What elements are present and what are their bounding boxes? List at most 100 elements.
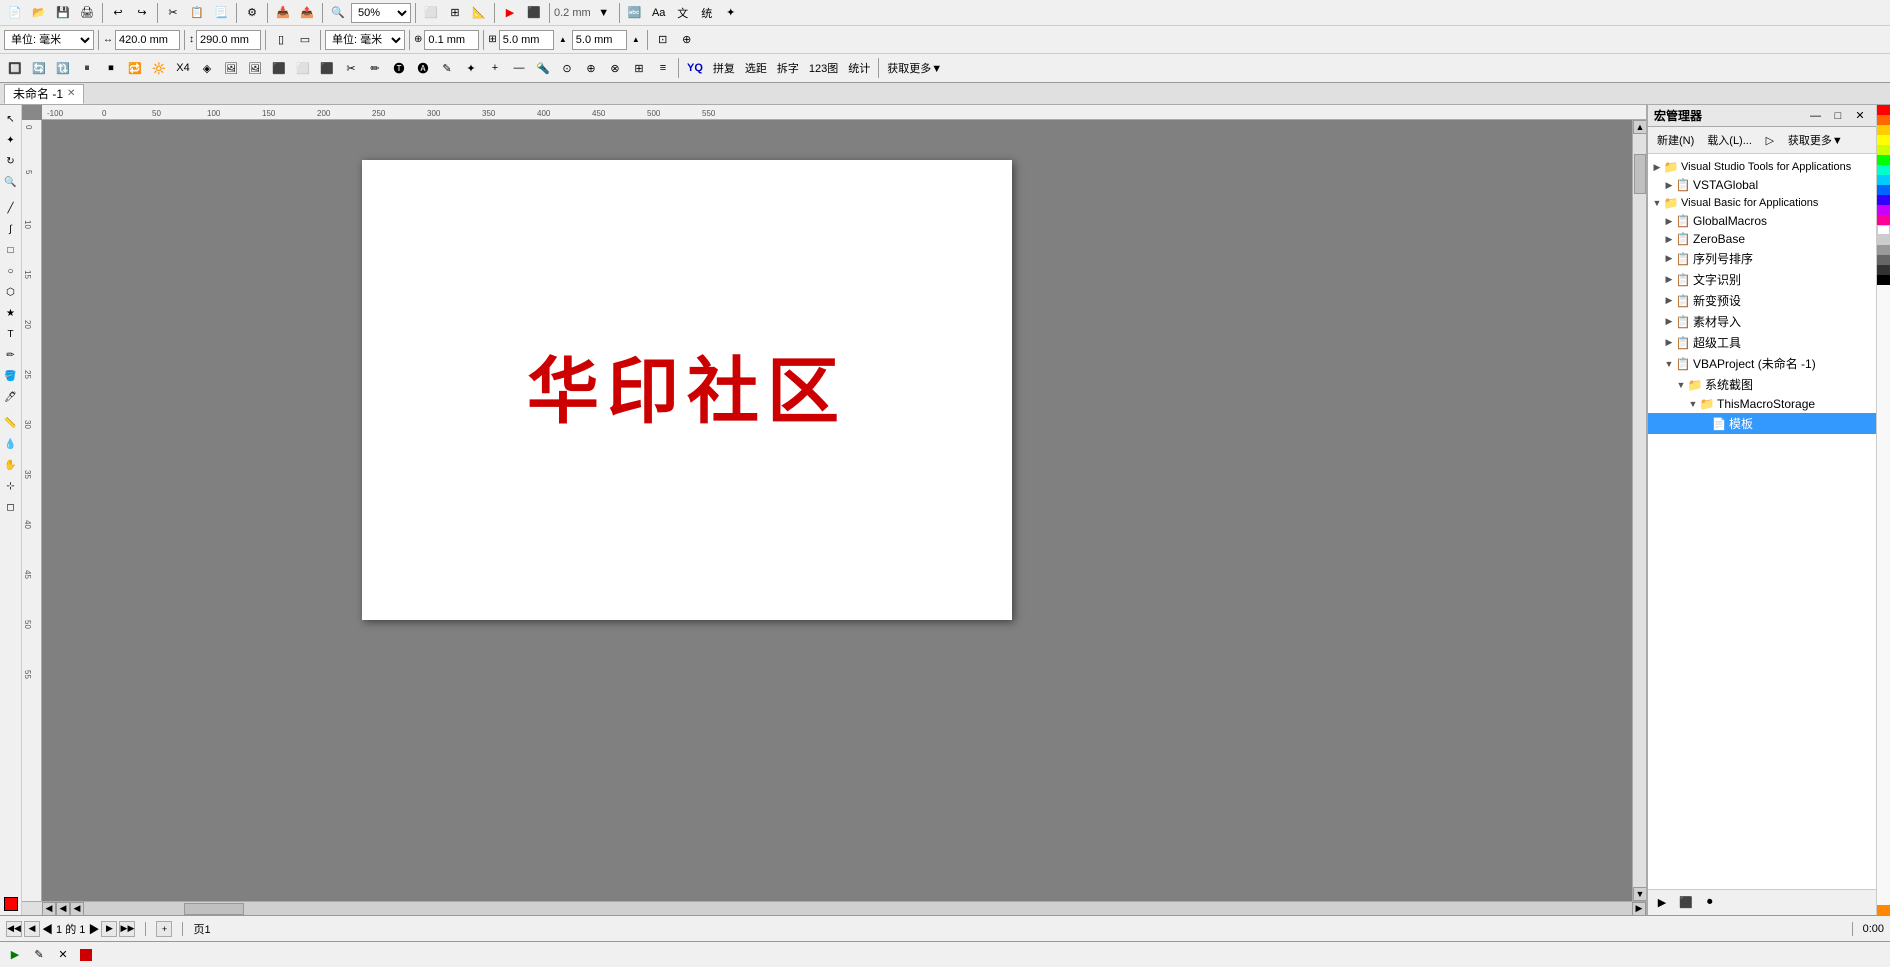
color-white[interactable] <box>1877 225 1890 235</box>
tb3-21[interactable]: + <box>484 57 506 79</box>
tree-vstaglobal[interactable]: ▶ 📋 VSTAGlobal <box>1648 176 1876 194</box>
tab-close-btn[interactable]: ✕ <box>67 88 75 99</box>
misc3[interactable]: 文 <box>672 2 694 24</box>
bottom-play-btn[interactable]: ▶ <box>4 944 26 966</box>
hscroll-thumb[interactable] <box>184 903 244 915</box>
panel-restore-btn[interactable]: □ <box>1828 106 1848 126</box>
page-first-btn[interactable]: ◀◀ <box>6 921 22 937</box>
hscroll-left2-btn[interactable]: ◀ <box>56 902 70 916</box>
zoom-select[interactable]: 50%100%75% <box>351 3 411 23</box>
print-btn[interactable]: 🖨 <box>76 2 98 24</box>
page-next-btn[interactable]: ▶ <box>101 921 117 937</box>
tb3-6[interactable]: 🔁 <box>124 57 146 79</box>
color-mgray[interactable] <box>1877 245 1890 255</box>
tool-line[interactable]: ╱ <box>1 198 21 218</box>
tb3-27[interactable]: ⊞ <box>628 57 650 79</box>
tool-connector[interactable]: ⊹ <box>1 476 21 496</box>
cut-btn[interactable]: ✂ <box>162 2 184 24</box>
tb3-12[interactable]: ⬛ <box>268 57 290 79</box>
tree-zerobase[interactable]: ▶ 📋 ZeroBase <box>1648 230 1876 248</box>
tb3-23[interactable]: 🔦 <box>532 57 554 79</box>
snap-btn[interactable]: 📐 <box>468 2 490 24</box>
tool-star[interactable]: ★ <box>1 303 21 323</box>
load-macro-btn[interactable]: 载入(L)... <box>1702 130 1757 150</box>
view-btn[interactable]: ⬜ <box>420 2 442 24</box>
tool-text[interactable]: T <box>1 324 21 344</box>
tb3-3[interactable]: 🔃 <box>52 57 74 79</box>
tb3-14[interactable]: ⬛ <box>316 57 338 79</box>
tree-system-view[interactable]: ▼ 📁 系统截图 <box>1648 374 1876 395</box>
color-purple[interactable] <box>1877 205 1890 215</box>
fit-zoom[interactable]: ⊕ <box>676 29 698 51</box>
add-page-btn[interactable]: + <box>156 921 172 937</box>
tb3-17[interactable]: 🅣 <box>388 57 410 79</box>
color-yellow2[interactable] <box>1877 135 1890 145</box>
color-black[interactable] <box>1877 275 1890 285</box>
tool-node[interactable]: ✦ <box>1 130 21 150</box>
tool-dropper[interactable]: 💧 <box>1 434 21 454</box>
panel-stop-btn[interactable]: ⬛ <box>1674 893 1698 913</box>
unit-select[interactable]: 单位: 毫米 <box>325 30 405 50</box>
color-darker[interactable] <box>1877 265 1890 275</box>
run-macro-btn[interactable]: ▷ <box>1760 130 1780 150</box>
bottom-stop-btn[interactable]: ✕ <box>52 944 74 966</box>
tool-ellipse[interactable]: ○ <box>1 261 21 281</box>
tb3-28[interactable]: ≡ <box>652 57 674 79</box>
chazi-btn[interactable]: 拆字 <box>773 57 803 79</box>
panel-play-btn[interactable]: ▶ <box>1652 893 1672 913</box>
color-cyan[interactable] <box>1877 175 1890 185</box>
vscroll-track[interactable] <box>1633 134 1646 887</box>
pinfu-btn[interactable]: 拼复 <box>709 57 739 79</box>
color-red[interactable] <box>1877 105 1890 115</box>
vscroll-down-btn[interactable]: ▼ <box>1633 887 1646 901</box>
color-yellow1[interactable] <box>1877 125 1890 135</box>
undo-btn[interactable]: ↩ <box>107 2 129 24</box>
panel-rec-btn[interactable]: ⏺ <box>1700 893 1720 913</box>
vscroll-thumb[interactable] <box>1634 154 1646 194</box>
tb3-9[interactable]: ◈ <box>196 57 218 79</box>
tree-vba-project[interactable]: ▼ 📋 VBAProject (未命名 -1) <box>1648 353 1876 374</box>
export-btn[interactable]: 📤 <box>296 2 318 24</box>
save-btn[interactable]: 💾 <box>52 2 74 24</box>
color-green[interactable] <box>1877 155 1890 165</box>
orient-portrait[interactable]: ▯ <box>270 29 292 51</box>
tb3-26[interactable]: ⊗ <box>604 57 626 79</box>
tree-super-tools[interactable]: ▶ 📋 超级工具 <box>1648 332 1876 353</box>
tree-this-macro[interactable]: ▼ 📁 ThisMacroStorage <box>1648 395 1876 413</box>
tb3-2[interactable]: 🔄 <box>28 57 50 79</box>
num-btn[interactable]: 123图 <box>805 57 842 79</box>
tool-zoom[interactable]: 🔍 <box>1 172 21 192</box>
tree-material-import[interactable]: ▶ 📋 素材导入 <box>1648 311 1876 332</box>
hscroll-right-btn[interactable]: ▶ <box>1632 902 1646 916</box>
paste-btn[interactable]: 📃 <box>210 2 232 24</box>
xuanju-btn[interactable]: 选距 <box>741 57 771 79</box>
tree-text-recog[interactable]: ▶ 📋 文字识别 <box>1648 269 1876 290</box>
orient-landscape[interactable]: ▭ <box>294 29 316 51</box>
tree-vba-root[interactable]: ▼ 📁 Visual Basic for Applications <box>1648 194 1876 212</box>
settings-btn[interactable]: ⚙ <box>241 2 263 24</box>
width-input[interactable] <box>115 30 180 50</box>
tb3-5[interactable]: ⏹ <box>100 57 122 79</box>
misc1[interactable]: 🔤 <box>624 2 646 24</box>
tb3-20[interactable]: ✦ <box>460 57 482 79</box>
hscroll-left3-btn[interactable]: ◀ <box>70 902 84 916</box>
page-prev-btn[interactable]: ◀ <box>24 921 40 937</box>
color-lgray[interactable] <box>1877 235 1890 245</box>
tool-rotate[interactable]: ↻ <box>1 151 21 171</box>
tb3-18[interactable]: 🅐 <box>412 57 434 79</box>
get-more-btn[interactable]: 获取更多▼ <box>1783 130 1848 150</box>
tb3-8[interactable]: X4 <box>172 57 194 79</box>
canvas-scroll[interactable]: 华印社区 <box>42 120 1632 901</box>
tb3-25[interactable]: ⊕ <box>580 57 602 79</box>
bottom-rec-btn[interactable]: ✎ <box>28 944 50 966</box>
grid2-input[interactable] <box>572 30 627 50</box>
tb3-1[interactable]: 🔲 <box>4 57 26 79</box>
tool-rect[interactable]: □ <box>1 240 21 260</box>
zoom-btn[interactable]: 🔍 <box>327 2 349 24</box>
stop-btn[interactable]: ⬛ <box>523 2 545 24</box>
panel-close-btn[interactable]: ✕ <box>1850 106 1870 126</box>
grid2-up[interactable]: ▲ <box>629 29 643 51</box>
color-blue1[interactable] <box>1877 185 1890 195</box>
document-tab[interactable]: 未命名 -1 ✕ <box>4 84 84 104</box>
tb3-4[interactable]: ⏸ <box>76 57 98 79</box>
